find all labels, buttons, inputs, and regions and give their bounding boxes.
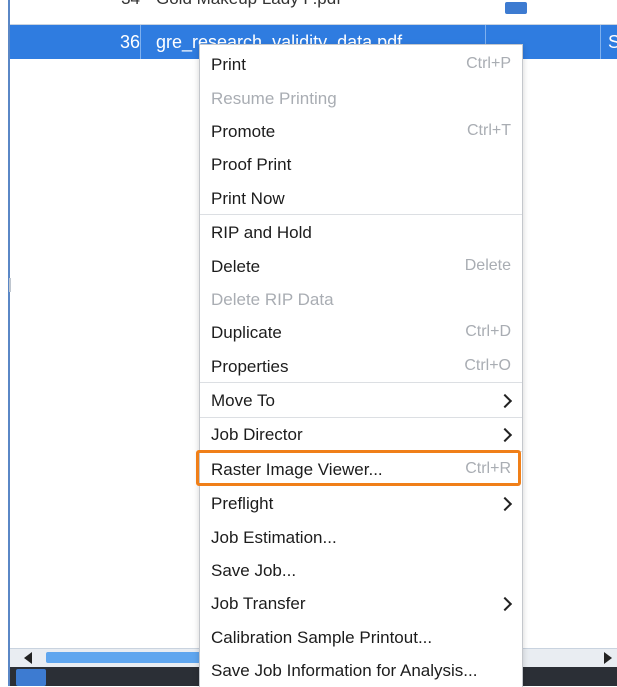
chevron-right-icon bbox=[497, 393, 513, 409]
menu-item-label: Preflight bbox=[211, 494, 274, 513]
menu-item-shortcut: Delete bbox=[464, 257, 511, 274]
row-status-icon bbox=[505, 2, 527, 14]
context-menu: Print Ctrl+P Resume Printing Promote Ctr… bbox=[199, 44, 523, 687]
menu-item-properties[interactable]: Properties Ctrl+O bbox=[200, 350, 522, 383]
menu-item-delete[interactable]: Delete Delete bbox=[200, 250, 522, 283]
menu-item-delete-rip-data: Delete RIP Data bbox=[200, 283, 522, 316]
menu-item-label: Print Now bbox=[211, 189, 285, 208]
menu-item-job-transfer[interactable]: Job Transfer bbox=[200, 587, 522, 620]
scroll-left-icon[interactable] bbox=[24, 652, 32, 664]
menu-item-rip-and-hold[interactable]: RIP and Hold bbox=[200, 216, 522, 249]
menu-item-label: Promote bbox=[211, 122, 276, 141]
menu-item-label: Job Director bbox=[211, 425, 303, 444]
menu-item-label: Job Estimation... bbox=[211, 528, 337, 547]
scrollbar-thumb[interactable] bbox=[46, 652, 206, 663]
menu-item-label: Properties bbox=[211, 357, 289, 376]
menu-item-job-director[interactable]: Job Director bbox=[200, 418, 522, 451]
menu-item-label: Job Transfer bbox=[211, 594, 306, 613]
menu-item-label: Resume Printing bbox=[211, 89, 337, 108]
row-number: 36 bbox=[119, 32, 140, 52]
menu-item-label: Duplicate bbox=[211, 323, 282, 342]
row-number: 34 bbox=[108, 0, 140, 9]
menu-item-label: Delete bbox=[211, 257, 261, 276]
menu-item-label: Calibration Sample Printout... bbox=[211, 628, 433, 647]
column-divider bbox=[600, 25, 601, 59]
resize-handle[interactable] bbox=[9, 278, 11, 292]
app-icon[interactable] bbox=[16, 669, 46, 686]
menu-item-label: Save Job Information for Analysis... bbox=[211, 661, 478, 680]
menu-separator bbox=[200, 214, 522, 215]
menu-item-save-job[interactable]: Save Job... bbox=[200, 554, 522, 587]
table-row[interactable]: 34 Gold Makeup Lady P.pdf bbox=[10, 0, 617, 25]
menu-item-print[interactable]: Print Ctrl+P bbox=[200, 48, 522, 81]
menu-item-preflight[interactable]: Preflight bbox=[200, 487, 522, 520]
menu-separator bbox=[200, 382, 522, 383]
menu-item-proof-print[interactable]: Proof Print bbox=[200, 148, 522, 181]
scroll-right-icon[interactable] bbox=[604, 652, 612, 664]
menu-item-shortcut: Ctrl+P bbox=[466, 55, 511, 72]
menu-item-label: RIP and Hold bbox=[211, 223, 312, 242]
menu-item-label: Save Job... bbox=[211, 561, 297, 580]
menu-item-job-estimation[interactable]: Job Estimation... bbox=[200, 521, 522, 554]
column-divider bbox=[140, 25, 141, 59]
menu-item-duplicate[interactable]: Duplicate Ctrl+D bbox=[200, 316, 522, 349]
menu-item-print-now[interactable]: Print Now bbox=[200, 182, 522, 215]
menu-item-save-job-information[interactable]: Save Job Information for Analysis... bbox=[200, 654, 522, 687]
menu-item-label: Print bbox=[211, 55, 246, 74]
chevron-right-icon bbox=[497, 427, 513, 443]
menu-item-resume-printing: Resume Printing bbox=[200, 82, 522, 115]
chevron-right-icon bbox=[497, 496, 513, 512]
row-status-text: S bbox=[608, 32, 617, 52]
highlight-box bbox=[196, 450, 521, 486]
row-file-name: Gold Makeup Lady P.pdf bbox=[156, 0, 341, 9]
menu-item-shortcut: Ctrl+D bbox=[465, 323, 511, 340]
menu-item-move-to[interactable]: Move To bbox=[200, 384, 522, 417]
menu-item-label: Delete RIP Data bbox=[211, 290, 334, 309]
menu-item-calibration-sample-printout[interactable]: Calibration Sample Printout... bbox=[200, 621, 522, 654]
menu-item-shortcut: Ctrl+O bbox=[464, 357, 511, 374]
chevron-right-icon bbox=[497, 596, 513, 612]
menu-item-promote[interactable]: Promote Ctrl+T bbox=[200, 115, 522, 148]
menu-item-label: Move To bbox=[211, 391, 275, 410]
menu-item-shortcut: Ctrl+T bbox=[467, 122, 511, 139]
menu-item-label: Proof Print bbox=[211, 155, 292, 174]
